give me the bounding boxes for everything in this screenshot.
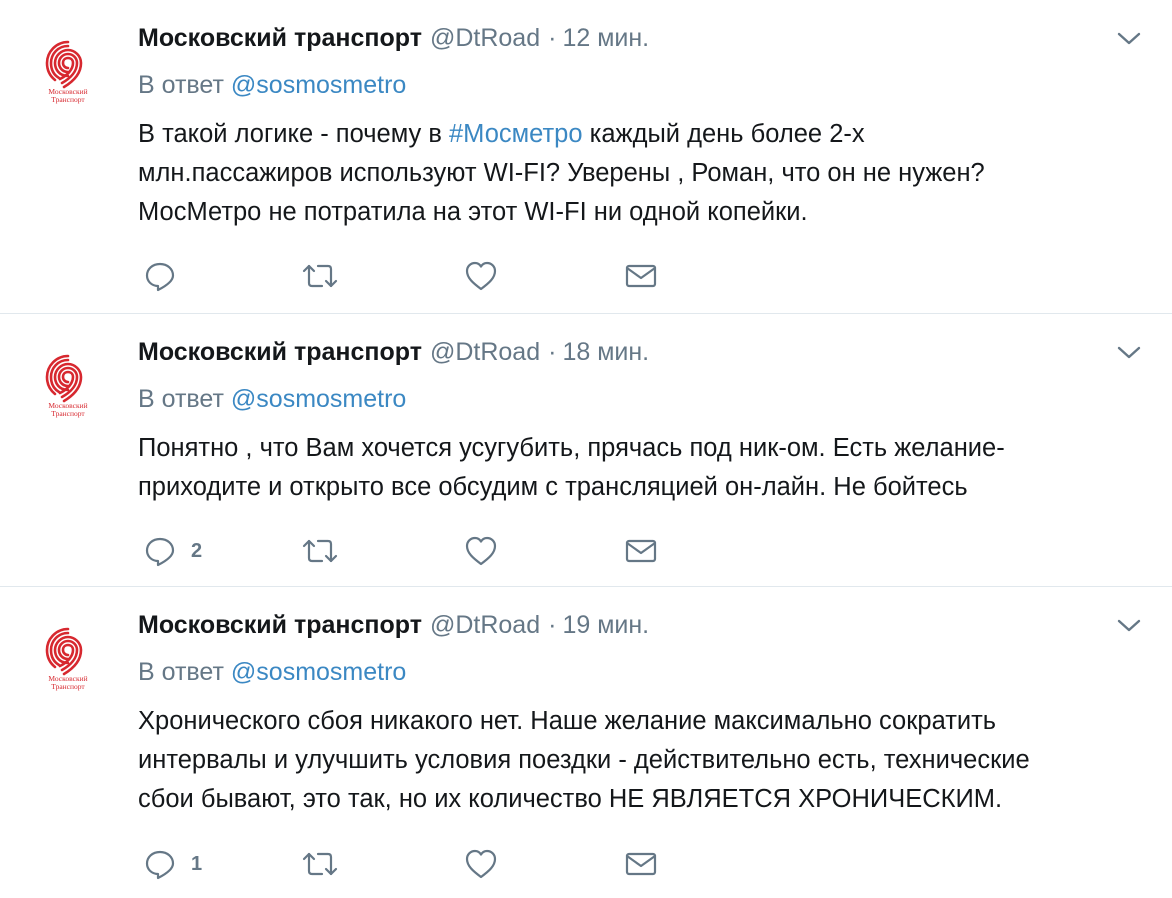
tweet-text-line: сбои бывают, это так, но их количество Н… [138,780,1148,819]
reply-button[interactable]: 1 [143,847,202,881]
hashtag-link[interactable]: #Мосметро [449,120,583,148]
tweet-text-segment: интервалы и улучшить условия поездки - д… [138,746,1030,774]
retweet-button[interactable] [300,534,354,568]
reply-icon [143,847,177,881]
reply-count: 1 [191,852,203,875]
retweet-icon [300,534,340,568]
tweet-text-line: млн.пассажиров используют WI-FI? Уверены… [138,154,1148,193]
like-button[interactable] [463,534,513,568]
reply-context: В ответ @sosmosmetro [138,383,406,415]
reply-to-mention[interactable]: @sosmosmetro [231,658,406,686]
retweet-button[interactable] [300,259,354,293]
tweet-timestamp[interactable]: 18 мин. [562,338,649,366]
tweet-header: Московский транспорт @DtRoad · 18 мин. [138,336,649,368]
reply-to-mention[interactable]: @sosmosmetro [231,71,406,99]
moscow-transport-logo: Московский Транспорт [45,354,88,418]
tweet-text-segment: Понятно , что Вам хочется усугубить, пря… [138,434,1005,462]
tweet-text-segment: каждый день более 2-х [582,120,865,148]
avatar[interactable]: Московский Транспорт [30,30,106,106]
chevron-down-icon[interactable] [1116,344,1142,362]
tweet-text-line: приходите и открыто все обсудим с трансл… [138,468,1148,507]
envelope-icon [624,847,658,881]
tweet-text: Понятно , что Вам хочется усугубить, пря… [138,429,1148,507]
separator-dot: · [548,338,557,366]
reply-prefix: В ответ [138,658,224,686]
avatar[interactable]: Московский Транспорт [30,617,106,693]
reply-prefix: В ответ [138,71,224,99]
direct-message-button[interactable] [624,534,658,568]
author-name[interactable]: Московский транспорт [138,338,422,366]
like-button[interactable] [463,259,513,293]
chevron-down-icon[interactable] [1116,617,1142,635]
author-name[interactable]: Московский транспорт [138,24,422,52]
tweet-header: Московский транспорт @DtRoad · 19 мин. [138,609,649,641]
tweet-text-line: интервалы и улучшить условия поездки - д… [138,741,1148,780]
envelope-icon [624,534,658,568]
tweet-text-line: МосМетро не потратила на этот WI-FI ни о… [138,193,1148,232]
direct-message-button[interactable] [624,259,658,293]
separator-dot: · [548,24,557,52]
reply-context: В ответ @sosmosmetro [138,69,406,101]
like-button[interactable] [463,847,513,881]
reply-context: В ответ @sosmosmetro [138,656,406,688]
tweet-text-segment: Хронического сбоя никакого нет. Наше жел… [138,707,997,735]
tweet-timestamp[interactable]: 12 мин. [562,24,649,52]
tweet-text-line: В такой логике - почему в #Мосметро кажд… [138,115,1148,154]
reply-button[interactable] [143,259,191,293]
retweet-button[interactable] [300,847,354,881]
separator-dot: · [548,611,557,639]
svg-text:Транспорт: Транспорт [51,682,85,691]
chevron-down-icon[interactable] [1116,30,1142,48]
retweet-icon [300,847,340,881]
reply-icon [143,534,177,568]
reply-icon [143,259,177,293]
tweet-text: В такой логике - почему в #Мосметро кажд… [138,115,1148,232]
author-handle[interactable]: @DtRoad [430,24,540,52]
heart-icon [463,534,499,568]
tweet-text-segment: В такой логике - почему в [138,120,449,148]
retweet-icon [300,259,340,293]
heart-icon [463,847,499,881]
tweet[interactable]: Московский Транспорт Московский транспор… [0,0,1172,314]
tweet-text-line: Хронического сбоя никакого нет. Наше жел… [138,702,1148,741]
tweet-text-segment: приходите и открыто все обсудим с трансл… [138,473,968,501]
direct-message-button[interactable] [624,847,658,881]
reply-to-mention[interactable]: @sosmosmetro [231,385,406,413]
reply-prefix: В ответ [138,385,224,413]
author-handle[interactable]: @DtRoad [430,611,540,639]
reply-count: 2 [191,539,203,562]
envelope-icon [624,259,658,293]
tweet[interactable]: Московский Транспорт Московский транспор… [0,314,1172,587]
reply-button[interactable]: 2 [143,534,202,568]
author-handle[interactable]: @DtRoad [430,338,540,366]
moscow-transport-logo: Московский Транспорт [45,40,88,104]
tweet-timestamp[interactable]: 19 мин. [562,611,649,639]
tweet-text-segment: млн.пассажиров используют WI-FI? Уверены… [138,159,985,187]
tweet-text-line: Понятно , что Вам хочется усугубить, пря… [138,429,1148,468]
tweet-header: Московский транспорт @DtRoad · 12 мин. [138,22,649,54]
tweet-text: Хронического сбоя никакого нет. Наше жел… [138,702,1148,819]
moscow-transport-logo: Московский Транспорт [45,627,88,691]
heart-icon [463,259,499,293]
svg-text:Транспорт: Транспорт [51,95,85,104]
tweet-text-segment: сбои бывают, это так, но их количество Н… [138,785,1003,813]
tweet-text-segment: МосМетро не потратила на этот WI-FI ни о… [138,198,808,226]
avatar[interactable]: Московский Транспорт [30,344,106,420]
tweet[interactable]: Московский Транспорт Московский транспор… [0,587,1172,898]
author-name[interactable]: Московский транспорт [138,611,422,639]
svg-text:Транспорт: Транспорт [51,409,85,418]
